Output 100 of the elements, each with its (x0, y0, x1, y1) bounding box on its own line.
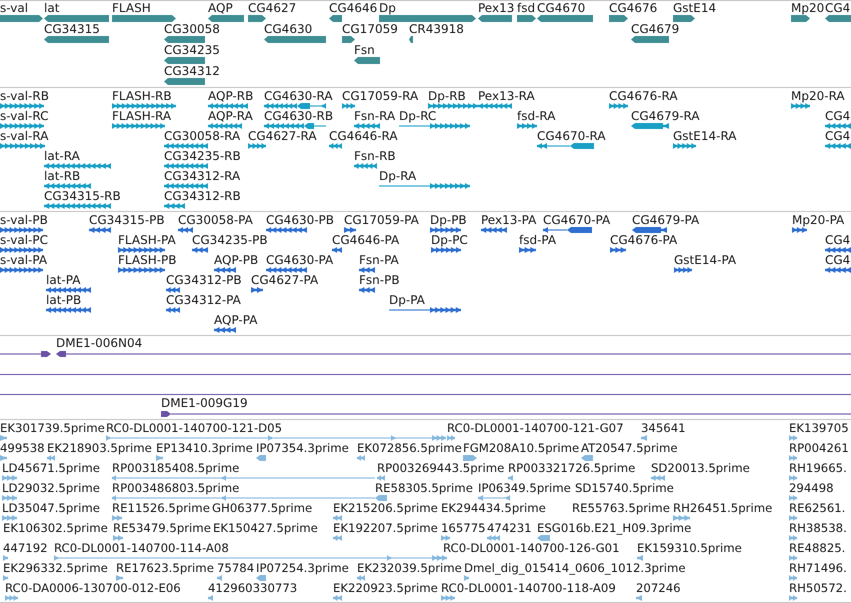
est-label: RH26451.5prime (673, 502, 772, 514)
protein-label: CG30058-PA (178, 214, 253, 226)
est-label: SD20013.5prime (651, 462, 750, 474)
est-label: AT20547.5prime (581, 442, 678, 454)
est-label: 499538 (0, 442, 45, 454)
gene-label: CG4646 (329, 2, 378, 14)
protein-label: CG4646-PA (332, 234, 400, 246)
est-label: FGM208A10.5prime (463, 442, 580, 454)
est-label: 294498 (789, 482, 834, 494)
est-label: 165775 (441, 522, 486, 534)
est-label: IP07354.3prime (256, 442, 349, 454)
gene-label: Mp20 (791, 2, 824, 14)
est-label: EK296332.5prime (3, 562, 108, 574)
transcript-label: CG4630-RB (264, 110, 334, 122)
est-label: 474231 (487, 522, 532, 534)
transcript-label: CG17059-RA (342, 90, 418, 102)
transcript-label: FLASH-RA (112, 110, 172, 122)
protein-label: FLASH-PB (118, 254, 177, 266)
est-label: RE58305.5prime (375, 482, 473, 494)
est-label: EK294434.5prime (441, 502, 546, 514)
protein-label: CG4630-PA (266, 254, 334, 266)
protein-label: lat-PB (46, 294, 82, 306)
est-label: EK192207.5prime (333, 522, 438, 534)
est-label: EK232039.5prime (357, 562, 462, 574)
transcript-label: CG4 (825, 130, 850, 142)
est-label: RP003185408.5prime (112, 462, 240, 474)
est-label: RP003269443.5prime (377, 462, 504, 474)
clone-label: DME1-006N04 (56, 337, 142, 349)
est-label: RC0-DL0001-140700-114-A08 (54, 542, 229, 554)
est-label: RP004261 (789, 442, 849, 454)
gene-label: CG34235 (164, 44, 220, 56)
protein-label: CG4 (825, 234, 850, 246)
protein-label: CG4670-PA (543, 214, 610, 226)
est-label: IP06349.5prime (478, 482, 571, 494)
gene-label: Dp (379, 2, 396, 14)
est-label: EK220923.5prime (333, 582, 438, 594)
transcript-label: fsd-RA (517, 110, 556, 122)
protein-label: AQP-PA (214, 314, 258, 326)
est-label: RC0-DL0001-140700-121-G07 (447, 422, 624, 434)
transcript-label: CG4 (825, 110, 850, 122)
transcript-label: Fsn-RB (354, 150, 396, 162)
transcript-label: s-val-RC (0, 110, 48, 122)
protein-label: Mp20-PA (792, 214, 844, 226)
gene-label: s-val (0, 2, 28, 14)
protein-label: Dp-PA (389, 294, 425, 306)
gene-label: GstE14 (673, 2, 716, 14)
protein-label: s-val-PB (0, 214, 48, 226)
est-label: RC0-DL0001-140700-121-D05 (106, 422, 282, 434)
transcript-label: AQP-RA (208, 110, 253, 122)
protein-label: FLASH-PA (118, 234, 176, 246)
est-label: RC0-DL0001-140700-118-A09 (441, 582, 616, 594)
est-label: RP003486803.5prime (112, 482, 240, 494)
est-label: EK072856.5prime (357, 442, 462, 454)
transcript-label: CG4627-RA (248, 130, 317, 142)
protein-label: CG34235-PB (192, 234, 268, 246)
protein-label: CG34312-PB (166, 274, 242, 286)
protein-label: Fsn-PA (359, 254, 399, 266)
transcript-label: Dp-RA (379, 170, 416, 182)
est-label: RE62561. (789, 502, 846, 514)
est-label: RE48825. (789, 542, 846, 554)
est-label: RE55763.5prime (572, 502, 670, 514)
est-label: LD35047.5prime (2, 502, 100, 514)
est-label: RP003321726.5prime (508, 462, 636, 474)
est-label: 412960330773 (208, 582, 298, 594)
protein-label: s-val-PC (0, 234, 48, 246)
transcript-label: CG34235-RB (164, 150, 241, 162)
transcript-label: Dp-RB (428, 90, 466, 102)
gene-label: CG4670 (537, 2, 586, 14)
est-label: SD15740.5prime (575, 482, 674, 494)
protein-label: CG4 (825, 254, 850, 266)
transcript-label: Mp20-RA (791, 90, 845, 102)
transcript-label: CG34312-RA (164, 170, 240, 182)
protein-label: CG4676-PA (610, 234, 678, 246)
gene-label: Fsn (354, 44, 375, 56)
transcript-label: AQP-RB (208, 90, 254, 102)
transcript-label: CG4676-RA (609, 90, 678, 102)
est-label: EK218903.5prime (47, 442, 152, 454)
transcript-label: s-val-RB (0, 90, 49, 102)
transcript-label: s-val-RA (0, 130, 48, 142)
est-label: 75784 (217, 562, 254, 574)
protein-label: CG17059-PA (344, 214, 419, 226)
protein-label: CG34312-PA (166, 294, 241, 306)
gene-label: CG34312 (164, 65, 220, 77)
gene-label: CG4 (825, 2, 850, 14)
est-label: EP13410.3prime (156, 442, 253, 454)
est-label: LD45671.5prime (2, 462, 100, 474)
gene-label: CG4630 (264, 23, 312, 35)
protein-label: lat-PA (46, 274, 80, 286)
gene-label: CG30058 (164, 23, 220, 35)
est-label: RC0-DA0006-130700-012-E06 (5, 582, 181, 594)
protein-label: CG34315-PB (89, 214, 165, 226)
protein-label: GstE14-PA (674, 254, 736, 266)
est-label: Dmel_dig_015414_0606_1012.3prime (464, 562, 686, 574)
gene-label: CG4679 (631, 23, 680, 35)
est-label: 345641 (641, 422, 686, 434)
est-label: EK150427.5prime (213, 522, 318, 534)
transcript-label: CG34312-RB (164, 190, 241, 202)
gene-label: CG4676 (609, 2, 658, 14)
est-label: EK139705 (789, 422, 849, 434)
est-label: GH06377.5prime (212, 502, 312, 514)
